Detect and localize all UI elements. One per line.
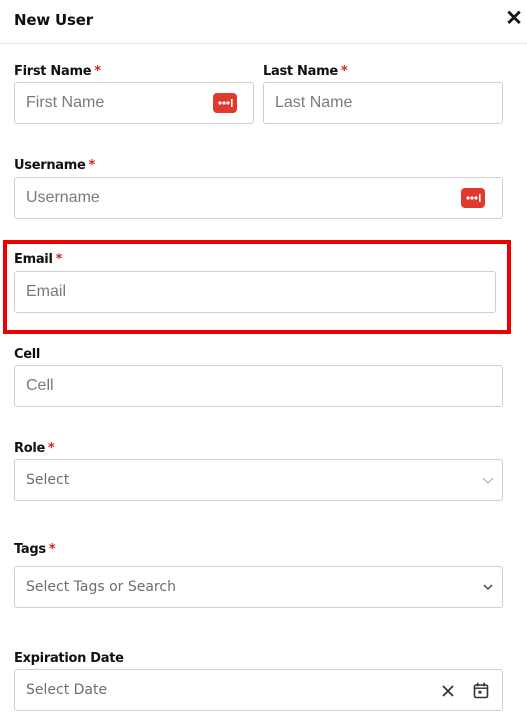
email-label: Email * xyxy=(14,252,63,267)
email-input[interactable]: Email xyxy=(14,271,496,313)
tags-select[interactable]: Select Tags or Search xyxy=(14,566,503,608)
expiration-date-label: Expiration Date xyxy=(14,651,124,666)
username-label: Username * xyxy=(14,158,96,173)
password-manager-icon[interactable] xyxy=(461,188,485,208)
cell-input[interactable]: Cell xyxy=(14,365,503,407)
password-manager-icon[interactable] xyxy=(213,93,237,113)
first-name-label: First Name * xyxy=(14,64,101,79)
role-label: Role * xyxy=(14,441,55,456)
cell-label: Cell xyxy=(14,347,41,362)
last-name-input[interactable]: Last Name xyxy=(263,82,503,124)
chevron-down-icon xyxy=(482,477,494,484)
close-icon[interactable]: ✕ xyxy=(504,7,524,31)
calendar-icon[interactable] xyxy=(473,682,489,699)
dialog-header: New User ✕ xyxy=(0,0,527,44)
dialog-title: New User xyxy=(14,11,93,29)
username-input[interactable]: Username xyxy=(14,177,503,219)
first-name-input[interactable]: First Name xyxy=(14,82,254,124)
expiration-date-input[interactable]: Select Date xyxy=(14,669,503,711)
last-name-label: Last Name * xyxy=(263,64,348,79)
role-select[interactable]: Select xyxy=(14,459,503,501)
chevron-down-icon xyxy=(483,584,493,591)
tags-label: Tags * xyxy=(14,542,56,557)
clear-icon[interactable] xyxy=(441,684,455,698)
